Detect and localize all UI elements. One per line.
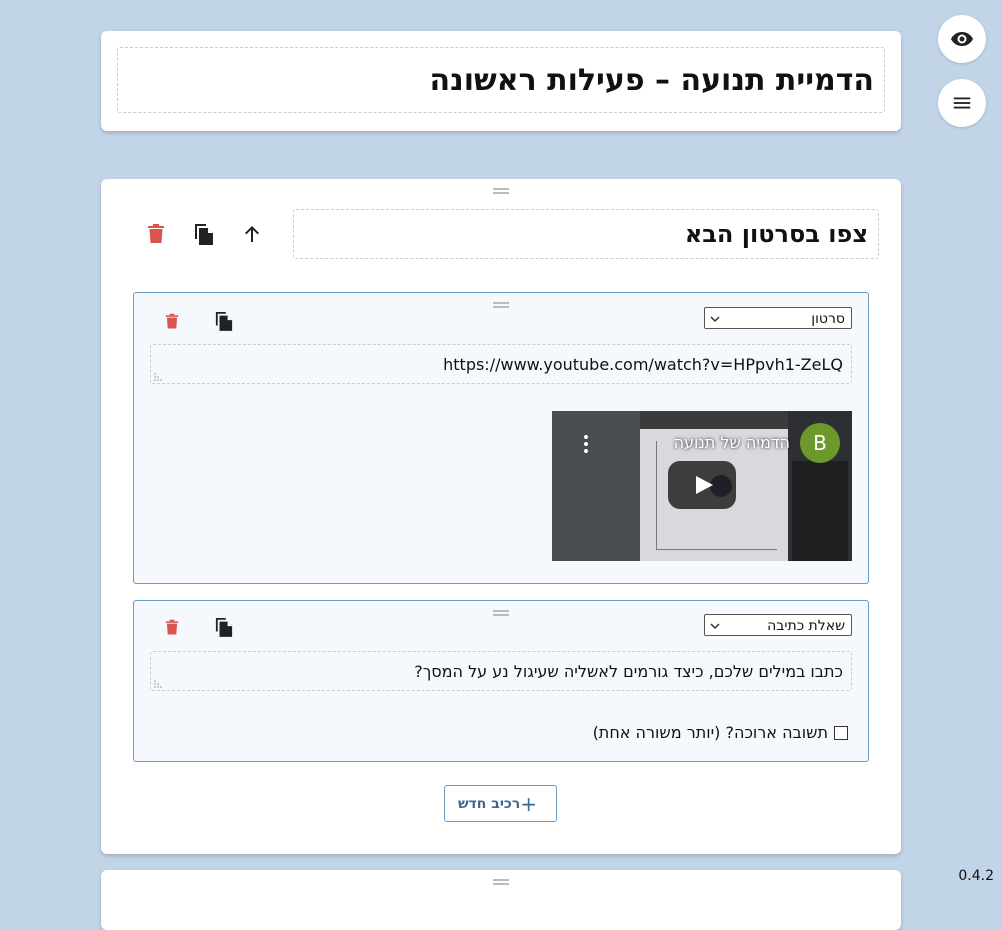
section-card: צפו בסרטון הבא סרטון https://www.youtube… <box>101 179 901 854</box>
component-type-select[interactable]: שאלת כתיבה <box>704 614 852 636</box>
play-icon[interactable] <box>668 461 736 509</box>
long-answer-checkbox[interactable] <box>834 725 848 740</box>
copy-icon <box>215 312 233 331</box>
trash-icon <box>165 619 179 634</box>
add-component-label: רכיב חדש <box>457 795 521 812</box>
question-text-value: כתבו במילים שלכם, כיצד גורמים לאשליה שעי… <box>414 662 843 681</box>
component-type-select[interactable]: סרטון <box>704 307 852 329</box>
section-drag-handle[interactable] <box>493 188 509 194</box>
next-section-card <box>101 870 901 930</box>
writing-question-component: שאלת כתיבה כתבו במילים שלכם, כיצד גורמים… <box>133 600 869 762</box>
video-more-icon[interactable] <box>584 435 588 456</box>
section-title-input[interactable]: צפו בסרטון הבא <box>293 209 879 259</box>
component-duplicate-button[interactable] <box>210 613 238 641</box>
trash-icon <box>165 313 179 328</box>
section-drag-handle[interactable] <box>493 879 509 885</box>
component-type-value: סרטון <box>811 311 845 327</box>
video-url-value: https://www.youtube.com/watch?v=HPpvh1-Z… <box>443 355 843 374</box>
resize-grip-icon[interactable] <box>154 373 162 381</box>
resize-grip-icon[interactable] <box>154 680 162 688</box>
version-label: 0.4.2 <box>958 868 994 884</box>
menu-button[interactable] <box>938 79 986 127</box>
video-embed[interactable]: הדמיה של תנועה B <box>552 411 852 561</box>
question-text-input[interactable]: כתבו במילים שלכם, כיצד גורמים לאשליה שעי… <box>150 651 852 691</box>
video-title: הדמיה של תנועה <box>673 433 790 452</box>
component-drag-handle[interactable] <box>493 610 509 616</box>
add-component-button[interactable]: + רכיב חדש <box>444 785 557 822</box>
chevron-down-icon <box>710 623 720 630</box>
trash-icon <box>148 224 164 243</box>
section-duplicate-button[interactable] <box>190 220 218 248</box>
component-delete-button[interactable] <box>158 307 186 335</box>
section-move-up-button[interactable] <box>238 220 266 248</box>
copy-icon <box>215 618 233 637</box>
video-component: סרטון https://www.youtube.com/watch?v=HP… <box>133 292 869 584</box>
long-answer-label: תשובה ארוכה? (יותר משורה אחת) <box>592 723 828 742</box>
component-duplicate-button[interactable] <box>210 307 238 335</box>
eye-icon <box>951 32 973 46</box>
chevron-down-icon <box>710 316 720 323</box>
section-delete-button[interactable] <box>142 220 170 248</box>
component-delete-button[interactable] <box>158 613 186 641</box>
video-frame-left <box>552 411 640 561</box>
long-answer-option[interactable]: תשובה ארוכה? (יותר משורה אחת) <box>593 723 848 742</box>
page-title-input[interactable]: הדמיית תנועה – פעילות ראשונה <box>117 47 885 113</box>
plus-icon: + <box>520 791 538 816</box>
component-type-value: שאלת כתיבה <box>767 618 845 634</box>
channel-avatar[interactable]: B <box>800 423 840 463</box>
component-drag-handle[interactable] <box>493 302 509 308</box>
video-url-input[interactable]: https://www.youtube.com/watch?v=HPpvh1-Z… <box>150 344 852 384</box>
page-title-card: הדמיית תנועה – פעילות ראשונה <box>101 31 901 131</box>
preview-button[interactable] <box>938 15 986 63</box>
arrow-up-icon <box>245 226 259 242</box>
hamburger-icon <box>953 97 971 109</box>
copy-icon <box>195 224 213 245</box>
